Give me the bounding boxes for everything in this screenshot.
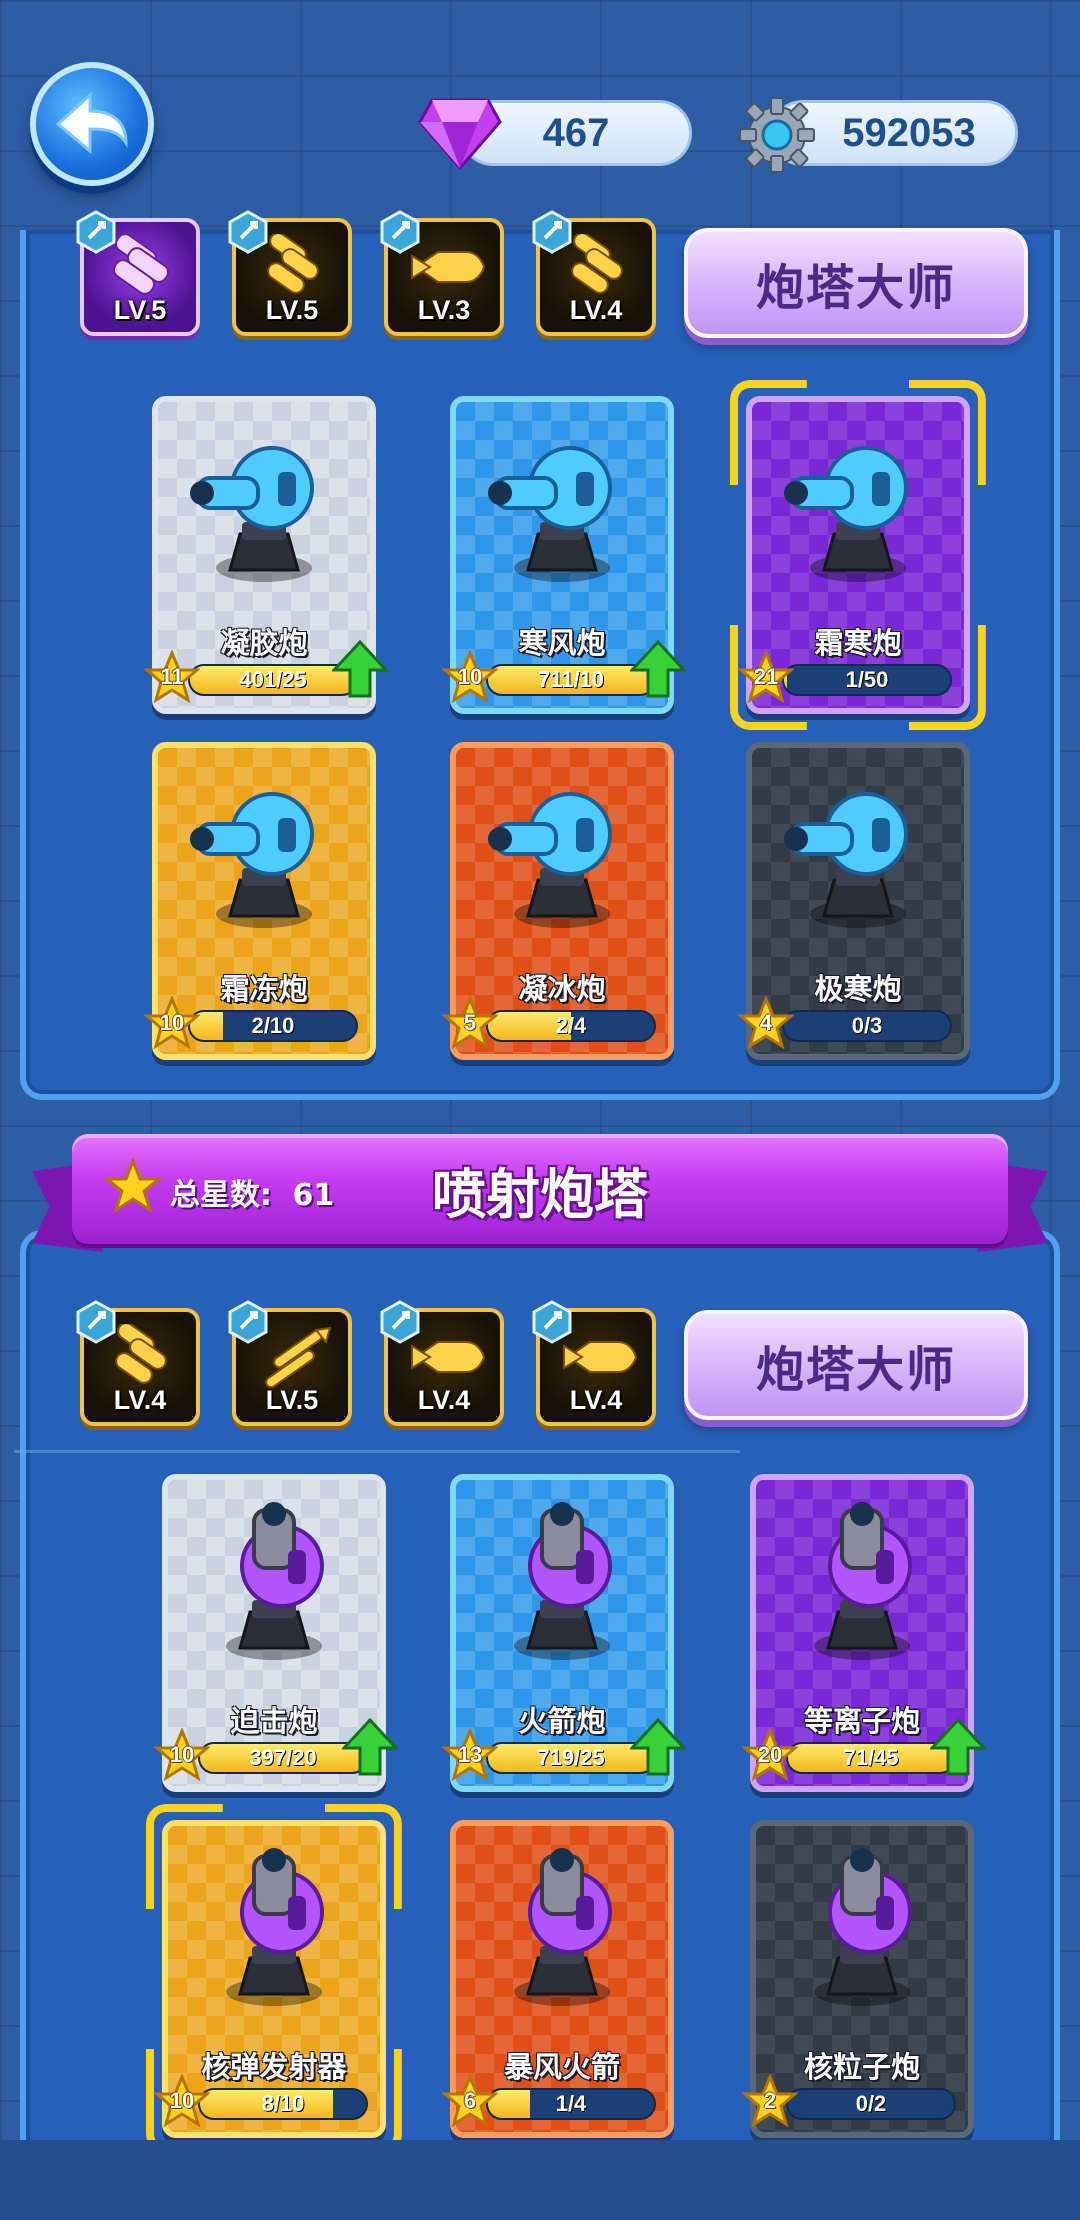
turret-master-button-1[interactable]: 炮塔大师 [684, 228, 1028, 338]
turret-master-button-2[interactable]: 炮塔大师 [684, 1310, 1028, 1420]
upgrade-arrow-icon [630, 1718, 686, 1776]
skill-level: LV.4 [417, 1385, 471, 1415]
skill-badge[interactable]: LV.5 [228, 210, 352, 336]
turret-card[interactable]: 核粒子炮 0/2 2 [742, 1820, 974, 2138]
turret-image [190, 446, 314, 582]
star-count: 10 [169, 2088, 195, 2113]
turret-card[interactable]: 火箭炮 719/25 13 [442, 1474, 686, 1792]
skill-level: LV.5 [265, 295, 319, 325]
star-count: 10 [159, 1010, 185, 1035]
skill-level: LV.3 [417, 295, 471, 325]
star-count: 2 [763, 2088, 777, 2113]
gem-count: 467 [542, 110, 610, 155]
turret-card[interactable]: 极寒炮 0/3 4 [738, 742, 970, 1060]
turret-image [488, 792, 612, 928]
skill-icon [265, 1326, 332, 1389]
turret-image [190, 792, 314, 928]
skill-icon [115, 1324, 167, 1384]
turret-card[interactable]: 核弹发射器 8/10 10 [154, 1820, 386, 2138]
progress-bar: 1/4 [486, 2088, 656, 2120]
turret-image [814, 1848, 912, 2006]
turret-image [784, 446, 908, 582]
turret-card[interactable]: 凝冰炮 2/4 5 [442, 742, 674, 1060]
skill-icon [411, 1341, 486, 1373]
turret-card[interactable]: 凝胶炮 401/25 11 [144, 396, 388, 714]
turret-image [784, 792, 908, 928]
skill-badge[interactable]: LV.4 [532, 210, 656, 336]
progress-text: 0/2 [855, 2091, 887, 2116]
progress-text: 1/4 [555, 2091, 587, 2116]
turret-image [226, 1502, 324, 1660]
skill-badge[interactable]: LV.4 [76, 1300, 200, 1426]
turret-image [226, 1848, 324, 2006]
skill-badge[interactable]: LV.5 [228, 1300, 352, 1426]
star-count: 11 [160, 664, 184, 689]
skill-badge[interactable]: LV.4 [380, 1300, 504, 1426]
gear-count: 592053 [842, 110, 976, 155]
upgrade-arrow-icon [342, 1718, 398, 1776]
skill-icon [112, 234, 170, 295]
skill-badge[interactable]: LV.4 [532, 1300, 656, 1426]
star-count: 13 [457, 1742, 483, 1767]
star-count: 10 [169, 1742, 195, 1767]
progress-bar: 0/3 [782, 1010, 952, 1042]
upgrade-arrow-icon [930, 1718, 986, 1776]
progress-text: 8/10 [261, 2091, 305, 2116]
skill-level: LV.5 [113, 295, 167, 325]
star-count: 20 [757, 1742, 783, 1767]
progress-text: 0/3 [851, 1013, 883, 1038]
star-count: 5 [463, 1010, 477, 1035]
skill-badge[interactable]: LV.5 [76, 210, 200, 336]
jet-turret-ribbon: 总星数: 61 喷射炮塔 [32, 1132, 1048, 1262]
skill-icon [563, 1341, 638, 1373]
skill-level: LV.5 [265, 1385, 319, 1415]
progress-bar: 8/10 [198, 2088, 368, 2120]
progress-bar: 0/2 [786, 2088, 956, 2120]
back-button[interactable] [30, 62, 154, 186]
turret-card[interactable]: 寒风炮 711/10 10 [442, 396, 686, 714]
star-count: 10 [457, 664, 483, 689]
turret-image [514, 1848, 612, 2006]
progress-bar: 2/4 [486, 1010, 656, 1042]
star-count: 4 [759, 1010, 773, 1035]
upgrade-arrow-icon [630, 640, 686, 698]
turret-card[interactable]: 迫击炮 397/20 10 [154, 1474, 398, 1792]
divider-line [14, 1450, 740, 1453]
progress-bar: 1/50 [782, 664, 952, 696]
upgrade-arrow-icon [332, 640, 388, 698]
progress-text: 2/10 [251, 1013, 295, 1038]
turret-master-label: 炮塔大师 [755, 260, 956, 316]
progress-text: 1/50 [845, 667, 889, 692]
gem-icon [418, 98, 502, 171]
turret-card[interactable]: 等离子炮 71/45 20 [742, 1474, 986, 1792]
skill-level: LV.4 [569, 295, 623, 325]
star-count: 6 [463, 2088, 477, 2113]
skill-level: LV.4 [569, 1385, 623, 1415]
back-arrow-icon [55, 91, 128, 155]
progress-text: 2/4 [555, 1013, 587, 1038]
turret-master-label: 炮塔大师 [755, 1342, 956, 1398]
turret-card[interactable]: 霜冻炮 2/10 10 [144, 742, 376, 1060]
turret-image [514, 1502, 612, 1660]
top-bar: 467 592053 [0, 0, 1080, 230]
turret-card[interactable]: 霜寒炮 1/50 21 [738, 396, 970, 714]
turret-card[interactable]: 暴风火箭 1/4 6 [442, 1820, 674, 2138]
bottom-strip [0, 2140, 1080, 2220]
gear-icon [739, 97, 815, 173]
skill-badge[interactable]: LV.3 [380, 210, 504, 336]
skill-level: LV.4 [113, 1385, 167, 1415]
turret-image [488, 446, 612, 582]
progress-bar: 2/10 [188, 1010, 358, 1042]
star-count: 21 [753, 664, 779, 689]
skill-icon [411, 251, 486, 283]
skill-icon [571, 234, 623, 294]
ribbon-title: 喷射炮塔 [432, 1163, 648, 1226]
skill-icon [267, 234, 319, 294]
turret-image [814, 1502, 912, 1660]
